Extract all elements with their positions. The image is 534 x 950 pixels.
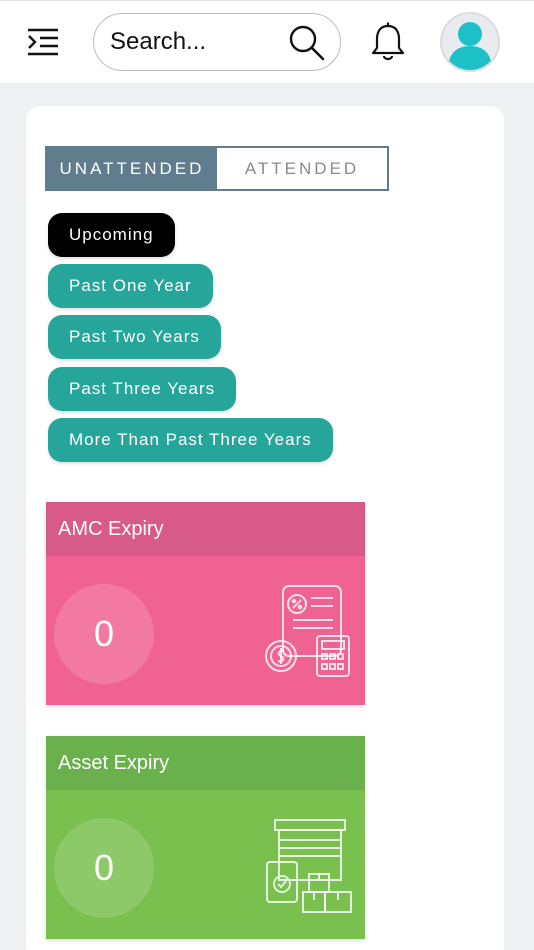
filter-upcoming[interactable]: Upcoming (48, 213, 175, 257)
expiry-panel: UNATTENDED ATTENDED Upcoming Past One Ye… (26, 106, 504, 950)
user-avatar-icon (448, 22, 492, 70)
filter-more-than-three-years[interactable]: More Than Past Three Years (48, 418, 333, 462)
amc-expiry-count: 0 (54, 584, 154, 684)
search-icon[interactable] (288, 24, 326, 62)
search-input[interactable] (110, 24, 290, 60)
tab-attended[interactable]: ATTENDED (217, 148, 387, 189)
filter-past-three-years[interactable]: Past Three Years (48, 367, 237, 411)
tab-unattended[interactable]: UNATTENDED (47, 148, 217, 189)
search-bar (93, 13, 341, 71)
asset-expiry-count: 0 (54, 818, 154, 918)
asset-expiry-body: 0 (46, 790, 365, 939)
amc-expiry-title: AMC Expiry (46, 502, 365, 556)
filter-past-one-year[interactable]: Past One Year (48, 264, 213, 308)
warehouse-boxes-icon (266, 819, 352, 913)
asset-expiry-title: Asset Expiry (46, 736, 365, 790)
amc-expiry-body: 0 (46, 556, 365, 705)
amc-expiry-card[interactable]: AMC Expiry 0 (46, 502, 365, 705)
asset-expiry-card[interactable]: Asset Expiry 0 (46, 736, 365, 939)
menu-collapse-icon[interactable] (26, 27, 60, 57)
avatar[interactable] (440, 12, 500, 72)
filter-past-two-years[interactable]: Past Two Years (48, 315, 221, 359)
invoice-calculator-icon (265, 585, 350, 677)
bell-icon[interactable] (370, 21, 406, 63)
top-app-bar (0, 0, 534, 83)
status-tabs: UNATTENDED ATTENDED (45, 146, 389, 191)
